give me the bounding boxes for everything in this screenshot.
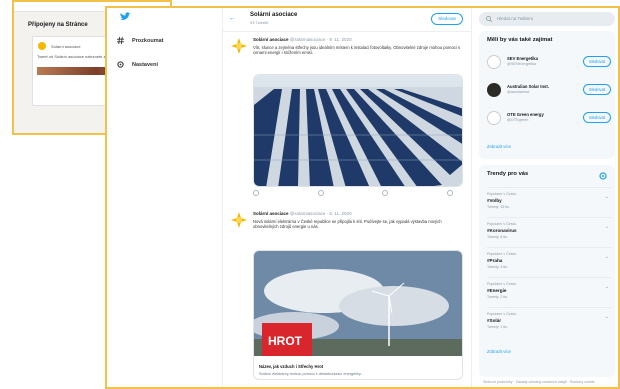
follow-button[interactable]: Sledovat xyxy=(583,112,611,123)
tweet-author[interactable]: Solární asociace @solarniasociace · 9. 1… xyxy=(253,37,352,42)
follow-button[interactable]: Sledovat xyxy=(583,56,611,67)
trend-name: #Volby xyxy=(487,198,502,203)
nav-item-explore[interactable]: Prozkoumat xyxy=(117,37,163,44)
suggested-account-handle: @ausolarinst xyxy=(507,90,530,94)
trend-name: #Koronavirus xyxy=(487,228,517,233)
trend-count: Tweety: 15 tis. xyxy=(487,205,510,209)
back-arrow-icon[interactable]: ← xyxy=(229,15,236,22)
trend-context: Populární v Česku xyxy=(487,312,517,316)
suggested-account[interactable]: SEV Energetika @SEVenergetika Sledovat xyxy=(487,53,611,75)
tweet-text: Nová solární elektrárna v České republic… xyxy=(253,219,442,230)
suggested-account-name: Australian Solar Inst. xyxy=(507,84,549,89)
trend-count: Tweety: 2 tis. xyxy=(487,295,508,299)
search-input[interactable]: Hledat na Twitteru xyxy=(479,12,615,26)
avatar xyxy=(487,111,501,125)
trend-context: Populární v Česku xyxy=(487,282,517,286)
trends-panel: Trendy pro vás Populární v Česku #Volby … xyxy=(479,165,615,377)
follow-button[interactable]: Sledovat xyxy=(431,13,463,25)
suggested-account-handle: @SEVenergetika xyxy=(507,62,536,66)
search-placeholder: Hledat na Twitteru xyxy=(497,16,534,21)
tweet-count: 93 Tweetů xyxy=(250,20,269,25)
trend-item[interactable]: Populární v Česku #Koronavirus Tweety: 8… xyxy=(487,217,611,245)
trend-name: #Solár xyxy=(487,318,502,323)
trend-context: Populární v Česku xyxy=(487,192,517,196)
trend-count: Tweety: 1 tis. xyxy=(487,325,508,329)
twitter-window: Prozkoumat Nastavení ← Solární asociace … xyxy=(105,6,620,389)
tweet-author-name: Solární asociace xyxy=(253,211,289,216)
solar-logo-icon[interactable] xyxy=(231,212,247,228)
gear-icon xyxy=(117,61,124,68)
solar-logo-icon[interactable] xyxy=(231,38,247,54)
solar-logo-icon xyxy=(38,42,46,50)
hrot-logo-text: HROT xyxy=(268,334,303,348)
who-to-follow-panel: Měli by vás také zajímat SEV Energetika … xyxy=(479,31,615,159)
tweet[interactable]: Solární asociace @solarniasociace · 9. 1… xyxy=(223,36,471,196)
footer-links[interactable]: Smluvní podmínky · Zásady ochrany osobní… xyxy=(483,380,595,384)
tweet-author-name: Solární asociace xyxy=(253,37,289,42)
avatar xyxy=(487,83,501,97)
twitter-bird-icon[interactable] xyxy=(119,12,131,22)
suggested-account[interactable]: OTE Green energy @OTEgreen Sledovat xyxy=(487,109,611,131)
show-more-link[interactable]: Zobrazit více xyxy=(487,144,511,149)
avatar xyxy=(487,55,501,69)
tweet-text: Vítr, slunce a zejména střechy jsou ideá… xyxy=(253,45,461,56)
trend-item[interactable]: Populární v Česku #Praha Tweety: 3 tis. … xyxy=(487,247,611,275)
chevron-down-icon[interactable]: ⌄ xyxy=(605,254,609,260)
trend-count: Tweety: 8 tis. xyxy=(487,235,508,239)
nav-item-label: Prozkoumat xyxy=(132,37,164,44)
trend-name: #Energie xyxy=(487,288,507,293)
trend-context: Populární v Česku xyxy=(487,252,517,256)
share-icon[interactable] xyxy=(446,190,453,196)
suggested-account-handle: @OTEgreen xyxy=(507,118,529,122)
reply-icon[interactable] xyxy=(253,190,259,196)
background-card-author: Solární asociace xyxy=(51,43,81,49)
suggested-account-name: SEV Energetika xyxy=(507,56,538,61)
trend-count: Tweety: 3 tis. xyxy=(487,265,508,269)
tweet-author[interactable]: Solární asociace @solarniasociace · 6. 1… xyxy=(253,211,352,216)
side-navigation: Prozkoumat Nastavení xyxy=(107,8,217,387)
retweet-icon[interactable] xyxy=(317,190,324,196)
chevron-down-icon[interactable]: ⌄ xyxy=(605,194,609,200)
trend-context: Populární v Česku xyxy=(487,222,517,226)
right-sidebar: Hledat na Twitteru Měli by vás také zají… xyxy=(479,8,618,387)
trend-item[interactable]: Populární v Česku #Solár Tweety: 1 tis. … xyxy=(487,307,611,335)
trend-name: #Praha xyxy=(487,258,503,263)
show-more-link[interactable]: Zobrazit více xyxy=(487,349,511,354)
profile-name: Solární asociace xyxy=(250,12,298,18)
hashtag-icon xyxy=(117,37,124,44)
profile-header: ← Solární asociace 93 Tweetů Sledovat xyxy=(223,8,471,32)
trends-title: Trendy pro vás xyxy=(487,171,529,177)
tweet-actions xyxy=(253,190,453,196)
like-icon[interactable] xyxy=(382,190,389,196)
trend-item[interactable]: Populární v Česku #Volby Tweety: 15 tis.… xyxy=(487,187,611,215)
who-to-follow-title: Měli by vás také zajímat xyxy=(487,37,553,43)
suggested-account-name: OTE Green energy xyxy=(507,112,544,117)
tweet-handle: @solarniasociace · 6. 11. 2020 xyxy=(289,211,352,216)
tweet-handle: @solarniasociace · 9. 11. 2020 xyxy=(289,37,352,42)
profile-timeline[interactable]: ← Solární asociace 93 Tweetů Sledovat So… xyxy=(222,8,472,387)
follow-button[interactable]: Sledovat xyxy=(583,84,611,95)
chevron-down-icon[interactable]: ⌄ xyxy=(605,314,609,320)
trend-item[interactable]: Populární v Česku #Energie Tweety: 2 tis… xyxy=(487,277,611,305)
link-card-description: Solární elektrárny mohou pomoci s dekarb… xyxy=(259,372,362,376)
search-icon xyxy=(486,16,492,22)
tweet[interactable]: Solární asociace @solarniasociace · 6. 1… xyxy=(223,206,471,386)
nav-item-label: Nastavení xyxy=(132,61,158,68)
gear-icon[interactable] xyxy=(599,172,607,180)
tweet-image-solar-roof[interactable] xyxy=(253,74,463,187)
chevron-down-icon[interactable]: ⌄ xyxy=(605,224,609,230)
suggested-account[interactable]: Australian Solar Inst. @ausolarinst Sled… xyxy=(487,81,611,103)
wind-turbine-photo: HROT xyxy=(254,251,462,356)
tweet-link-card[interactable]: HROT Název, jak vzduch i Střechy Hrot So… xyxy=(253,250,463,380)
nav-item-settings[interactable]: Nastavení xyxy=(117,61,158,68)
chevron-down-icon[interactable]: ⌄ xyxy=(605,284,609,290)
solar-panels-photo xyxy=(254,75,462,186)
link-card-title: Název, jak vzduch i Střechy Hrot xyxy=(259,364,324,369)
